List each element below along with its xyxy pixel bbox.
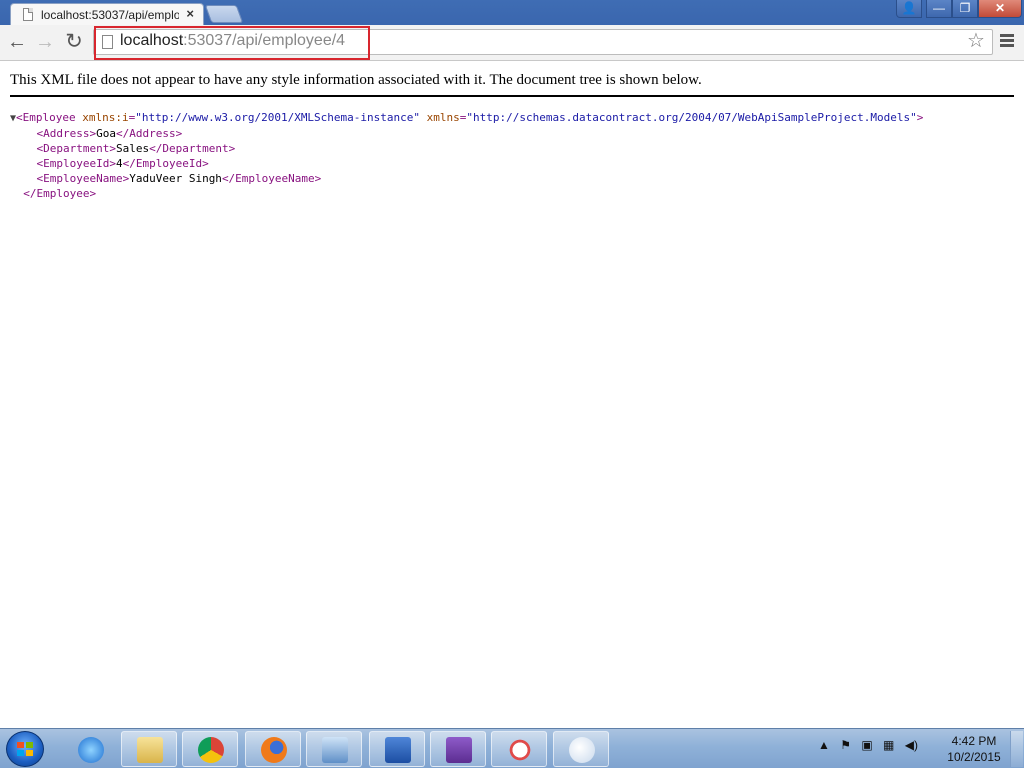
device-icon[interactable]: ▣ (861, 738, 872, 752)
xml-root-close: </Employee> (23, 187, 97, 200)
xml-row-employeeid: <EmployeeId>4</EmployeeId> (36, 157, 209, 170)
tray-expand-icon[interactable]: ▲ (818, 738, 830, 752)
visual-studio-icon (446, 737, 472, 763)
maximize-button[interactable]: ❐ (952, 0, 978, 18)
page-content: This XML file does not appear to have an… (0, 61, 1024, 727)
new-tab-button[interactable] (204, 5, 244, 23)
title-bar: localhost:53037/api/emplo × 👤 — ❐ ✕ (0, 0, 1024, 25)
back-button[interactable]: ← (5, 30, 29, 54)
browser-window: localhost:53037/api/emplo × 👤 — ❐ ✕ ← → … (0, 0, 1024, 768)
windows-logo-icon (17, 742, 33, 756)
network-icon[interactable]: ▦ (883, 738, 894, 752)
url-highlight-box (94, 26, 370, 60)
clock-date: 10/2/2015 (947, 750, 1001, 764)
taskbar-visual-studio[interactable] (430, 731, 486, 767)
taskbar-word[interactable] (369, 731, 425, 767)
xml-value: 4 (115, 157, 123, 170)
xml-attr-name: xmlns (426, 111, 460, 124)
action-center-icon[interactable]: ⚑ (840, 738, 851, 752)
tab-title: localhost:53037/api/emplo (41, 8, 179, 22)
forward-button[interactable]: → (33, 30, 57, 54)
taskbar-control-panel[interactable] (306, 731, 362, 767)
xml-row-address: <Address>Goa</Address> (36, 127, 183, 140)
snipping-tool-icon (507, 737, 533, 763)
system-clock[interactable]: 4:42 PM 10/2/2015 (944, 733, 1004, 765)
xml-row-employeename: <EmployeeName>YaduVeer Singh</EmployeeNa… (36, 172, 322, 185)
paint-icon (569, 737, 595, 763)
page-icon (23, 8, 33, 21)
close-tab-icon[interactable]: × (186, 6, 194, 21)
menu-icon[interactable] (1000, 34, 1014, 49)
firefox-icon (261, 737, 287, 763)
taskbar: ▲ ⚑ ▣ ▦ ◀) 4:42 PM 10/2/2015 (0, 728, 1024, 768)
taskbar-paint[interactable] (553, 731, 609, 767)
taskbar-file-explorer[interactable] (121, 731, 177, 767)
start-button[interactable] (6, 731, 44, 767)
xml-tree: ▼<Employee xmlns:i="http://www.w3.org/20… (10, 111, 924, 200)
internet-explorer-icon (78, 737, 104, 763)
chrome-icon (198, 737, 224, 763)
minimize-button[interactable]: — (926, 0, 952, 18)
xml-value: Sales (115, 142, 150, 155)
bookmark-star-icon[interactable]: ☆ (967, 28, 985, 53)
word-icon (385, 737, 411, 763)
xml-attr-value: "http://www.w3.org/2001/XMLSchema-instan… (135, 111, 421, 124)
user-icon[interactable]: 👤 (896, 0, 922, 18)
taskbar-firefox[interactable] (245, 731, 301, 767)
xml-root-open: <Employee (16, 111, 76, 124)
folder-icon (137, 737, 163, 763)
taskbar-internet-explorer[interactable] (62, 731, 118, 767)
volume-icon[interactable]: ◀) (905, 738, 918, 752)
xml-value: Goa (96, 127, 116, 140)
close-window-button[interactable]: ✕ (978, 0, 1022, 18)
xml-value: YaduVeer Singh (129, 172, 222, 185)
tab-active[interactable]: localhost:53037/api/emplo × (10, 3, 204, 25)
control-panel-icon (322, 737, 348, 763)
system-tray: ▲ ⚑ ▣ ▦ ◀) (818, 738, 925, 752)
xml-attr-value: "http://schemas.datacontract.org/2004/07… (466, 111, 917, 124)
xml-row-department: <Department>Sales</Department> (36, 142, 236, 155)
clock-time: 4:42 PM (951, 734, 997, 748)
xml-notice: This XML file does not appear to have an… (10, 72, 1014, 97)
taskbar-chrome[interactable] (182, 731, 238, 767)
taskbar-snipping-tool[interactable] (491, 731, 547, 767)
show-desktop-button[interactable] (1010, 731, 1023, 767)
reload-button[interactable]: ↻ (62, 30, 86, 54)
xml-attr-name: xmlns:i (82, 111, 129, 124)
